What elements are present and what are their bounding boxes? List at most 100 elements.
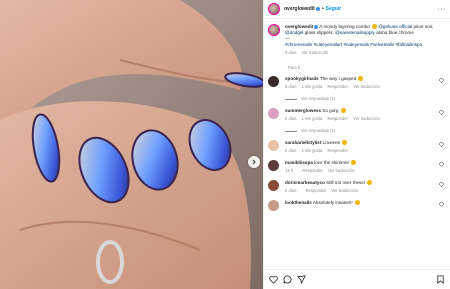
bookmark-icon[interactable]	[436, 275, 445, 284]
chevron-right-icon	[252, 159, 256, 165]
replies-divider	[285, 130, 297, 132]
emoji-icon	[354, 200, 360, 206]
commenter-avatar[interactable]	[268, 180, 279, 191]
comment-icon[interactable]	[283, 275, 292, 284]
post-photo[interactable]	[0, 0, 263, 289]
reply-button[interactable]: Responder	[327, 84, 348, 89]
commenter-avatar[interactable]	[268, 140, 279, 151]
comment-likes[interactable]: 1 Me gusta	[302, 84, 323, 89]
reply-button[interactable]: Responder	[327, 148, 348, 153]
commenter-username[interactable]: manibliisspa	[285, 160, 313, 165]
comments-list[interactable]: overglowedit A moody layering combo @gel…	[264, 20, 450, 269]
comment-row: manibliisspa love the shimmer 14 h Respo…	[264, 160, 450, 174]
comment-text: Loveeee	[322, 140, 341, 145]
comment-body: manibliisspa love the shimmer 14 h Respo…	[285, 160, 435, 174]
author-username[interactable]: overglowedit	[284, 6, 315, 12]
caption-avatar[interactable]	[268, 24, 280, 36]
more-options-icon[interactable]: ···	[438, 6, 447, 13]
caption-body: overglowedit A moody layering combo @gel…	[285, 24, 446, 56]
comment-like-icon[interactable]	[439, 162, 444, 167]
commenter-avatar[interactable]	[268, 200, 279, 211]
reply-button[interactable]: Responder	[306, 188, 327, 193]
view-replies-label: Ver respuestas (1)	[301, 128, 336, 133]
mention-link[interactable]: @dndgel	[285, 30, 303, 35]
comment-age: 14 h	[285, 168, 294, 173]
caption: overglowedit A moody layering combo @gel…	[264, 20, 450, 56]
comment-meta: 5 días 1 Me gusta Responder Ver traducci…	[285, 116, 435, 122]
comment-row: dorismarbeautyco Still not over these! 5…	[264, 180, 450, 194]
action-bar	[264, 269, 450, 289]
para-ti-label[interactable]: Para ti	[264, 65, 450, 70]
mention-link[interactable]: @sweetenailsupply	[335, 30, 375, 35]
comment-text: love the shimmer	[314, 160, 350, 165]
comment-row: lookthenails Absolutely insane!!!	[264, 200, 450, 214]
translate-link[interactable]: Ver traducción	[328, 168, 355, 173]
emoji-icon	[342, 140, 348, 146]
comment-text: The way I gasped	[319, 76, 357, 81]
comment-meta: 5 días Responder Ver traducción	[285, 188, 435, 194]
commenter-avatar[interactable]	[268, 108, 279, 119]
translate-link[interactable]: Ver traducción	[353, 116, 380, 121]
comment-likes[interactable]: 1 Me gusta	[302, 116, 323, 121]
comment-thread: spookygirlnails The way I gasped 5 días …	[264, 76, 450, 214]
comment-meta: 5 días 1 Me gusta Responder	[285, 148, 435, 154]
comment-row: sarahariellstylist Loveeee 5 días 1 Me g…	[264, 140, 450, 154]
comment-body: dorismarbeautyco Still not over these! 5…	[285, 180, 435, 194]
comment-like-icon[interactable]	[439, 182, 444, 187]
comment-text: So gorg	[322, 108, 339, 113]
translate-link[interactable]: Ver traducción	[302, 50, 329, 55]
translate-link[interactable]: Ver traducción	[331, 188, 358, 193]
emoji-icon	[371, 24, 377, 30]
comment-like-icon[interactable]	[439, 142, 444, 147]
view-replies-button[interactable]: Ver respuestas (1)	[285, 128, 435, 134]
nail-photo-image	[0, 0, 263, 289]
commenter-avatar[interactable]	[268, 76, 279, 87]
emoji-icon	[367, 180, 373, 186]
follow-button[interactable]: Seguir	[326, 6, 342, 12]
caption-meta: 5 días Ver traducción	[285, 50, 446, 56]
caption-hashtags[interactable]: #chromenails #cateyenailart #cateyenails…	[285, 42, 446, 48]
translate-link[interactable]: Ver traducción	[353, 84, 380, 89]
view-replies-button[interactable]: Ver respuestas (1)	[285, 96, 435, 102]
comment-body: lookthenails Absolutely insane!!!	[285, 200, 435, 214]
comment-meta	[285, 208, 435, 214]
mention-link[interactable]: @gelcare.official	[378, 24, 412, 29]
comment-body: sarahariellstylist Loveeee 5 días 1 Me g…	[285, 140, 435, 154]
caption-age: 5 días	[285, 50, 297, 55]
heart-icon[interactable]	[269, 275, 278, 284]
separator-dot: •	[321, 6, 324, 12]
comment-like-icon[interactable]	[439, 78, 444, 83]
commenter-username[interactable]: spookygirlnails	[285, 76, 319, 81]
reply-button[interactable]: Responder	[302, 168, 323, 173]
share-icon[interactable]	[297, 275, 306, 284]
comment-like-icon[interactable]	[439, 110, 444, 115]
commenter-username[interactable]: summerglowess	[285, 108, 321, 113]
emoji-icon	[340, 108, 346, 114]
reply-button[interactable]: Responder	[327, 116, 348, 121]
verified-badge-icon	[315, 7, 320, 11]
comment-row: summerglowess So gorg 5 días 1 Me gusta …	[264, 108, 450, 134]
caption-username[interactable]: overglowedit	[285, 24, 313, 29]
commenter-username[interactable]: lookthenails	[285, 200, 312, 205]
caption-text: pinot noir,	[413, 24, 434, 29]
comment-body: summerglowess So gorg 5 días 1 Me gusta …	[285, 108, 435, 134]
comment-like-icon[interactable]	[439, 202, 444, 207]
next-image-button[interactable]	[248, 156, 260, 168]
author-avatar[interactable]	[268, 3, 280, 15]
comment-text: Absolutely insane!!!	[312, 200, 353, 205]
caption-text: glass slippers.	[304, 30, 334, 35]
caption-text: aloha blue chrome	[376, 30, 414, 35]
commenter-username[interactable]: dorismarbeautyco	[285, 180, 325, 185]
verified-badge-icon	[314, 24, 319, 29]
caption-text-intro: A moody layering combo	[319, 24, 370, 29]
commenter-username[interactable]: sarahariellstylist	[285, 140, 321, 145]
comment-meta: 5 días 1 Me gusta Responder Ver traducci…	[285, 84, 435, 90]
emoji-icon	[358, 76, 364, 82]
comment-likes[interactable]: 1 Me gusta	[302, 148, 323, 153]
comment-meta: 14 h Responder Ver traducción	[285, 168, 435, 174]
replies-divider	[285, 98, 297, 100]
comment-row: spookygirlnails The way I gasped 5 días …	[264, 76, 450, 102]
comment-age: 5 días	[285, 116, 297, 121]
commenter-avatar[interactable]	[268, 160, 279, 171]
comment-body: spookygirlnails The way I gasped 5 días …	[285, 76, 435, 102]
